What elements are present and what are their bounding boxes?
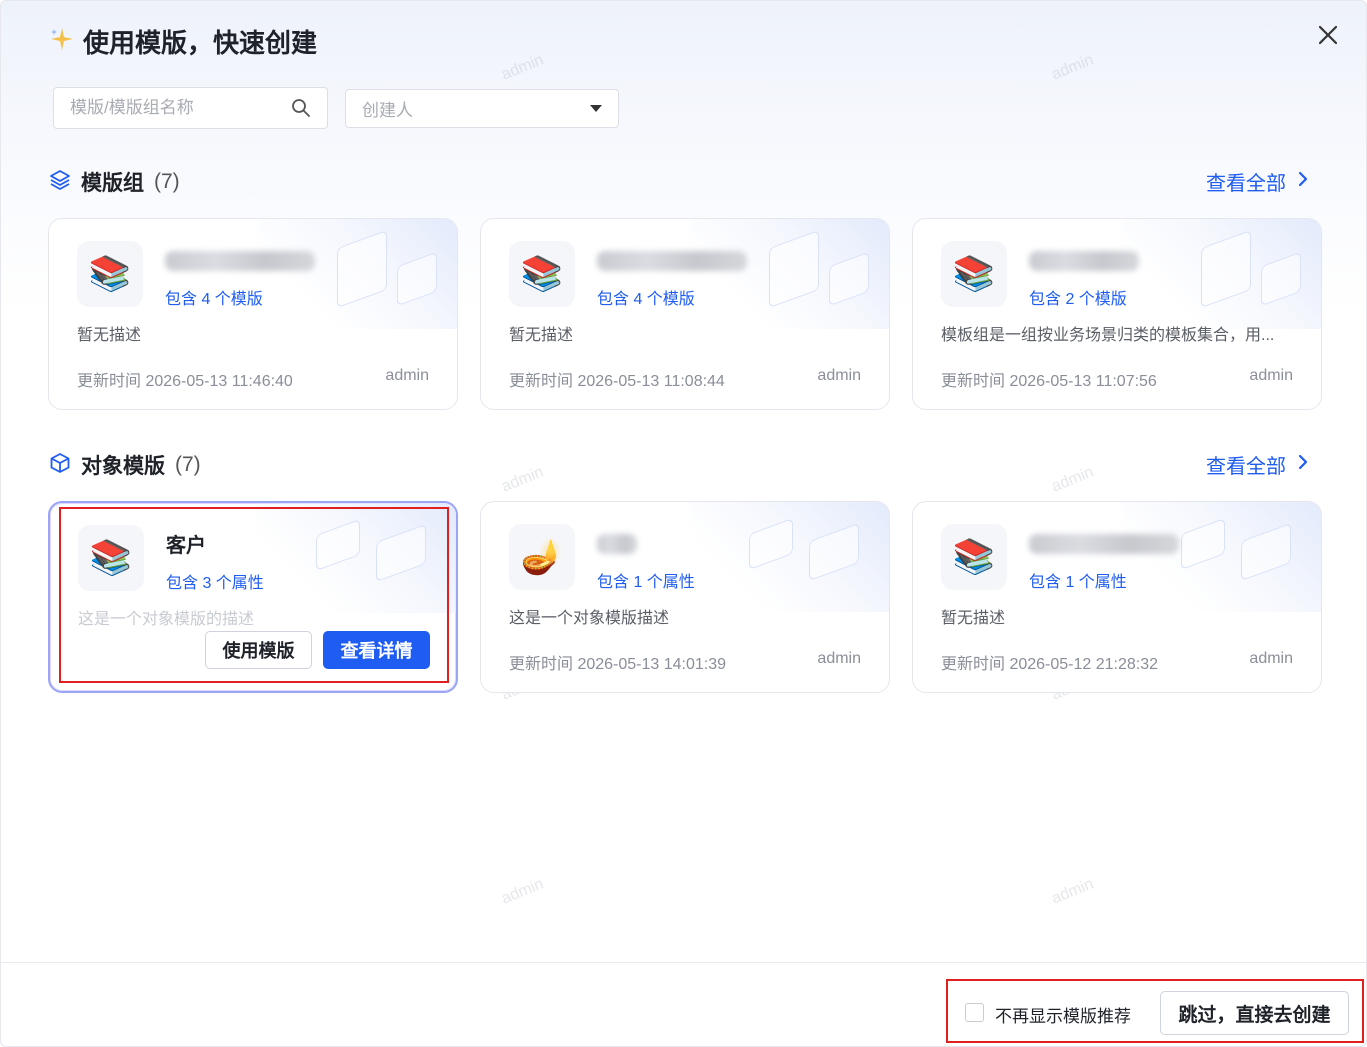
watermark: admin bbox=[1049, 51, 1096, 84]
bowl-icon: 🪔 bbox=[509, 524, 575, 590]
card-description: 暂无描述 bbox=[509, 327, 574, 344]
card-title bbox=[1029, 534, 1179, 554]
books-icon: 📚 bbox=[77, 241, 143, 307]
search-input[interactable] bbox=[70, 98, 291, 118]
layers-icon bbox=[49, 169, 71, 196]
card-author: admin bbox=[817, 650, 861, 667]
card-decoration bbox=[689, 502, 889, 612]
books-icon: 📚 bbox=[941, 241, 1007, 307]
view-all-label: 查看全部 bbox=[1206, 456, 1286, 478]
card-footer: 更新时间 2026-05-13 11:46:40 admin bbox=[77, 367, 429, 391]
object-template-card[interactable]: 📚 包含 1 个属性 暂无描述 更新时间 2026-05-12 21:28:32… bbox=[912, 501, 1322, 693]
books-icon: 📚 bbox=[509, 241, 575, 307]
books-icon: 📚 bbox=[78, 525, 144, 591]
search-box[interactable] bbox=[53, 87, 328, 129]
close-icon[interactable] bbox=[1314, 23, 1342, 51]
card-author: admin bbox=[817, 367, 861, 384]
card-description: 暂无描述 bbox=[77, 327, 142, 344]
section-title: 对象模版 bbox=[81, 455, 165, 478]
dialog-header: 使用模版，快速创建 bbox=[49, 23, 317, 60]
view-all-groups-link[interactable]: 查看全部 bbox=[1206, 167, 1310, 196]
card-footer: 更新时间 2026-05-13 14:01:39 admin bbox=[509, 650, 861, 674]
section-object-templates: 对象模版 (7) bbox=[49, 450, 201, 480]
card-updated: 更新时间 2026-05-13 11:46:40 bbox=[77, 373, 293, 390]
section-count: (7) bbox=[154, 170, 180, 193]
object-template-card[interactable]: 📚 客户 包含 3 个属性 这是一个对象模版的描述 使用模版 查看详情 bbox=[48, 501, 458, 693]
books-icon: 📚 bbox=[941, 524, 1007, 590]
card-footer: 更新时间 2026-05-13 11:08:44 admin bbox=[509, 367, 861, 391]
sparkle-icon bbox=[49, 26, 75, 57]
chevron-down-icon bbox=[590, 105, 602, 112]
card-author: admin bbox=[1249, 367, 1293, 384]
section-title: 模版组 bbox=[81, 172, 144, 195]
card-updated: 更新时间 2026-05-12 21:28:32 bbox=[941, 656, 1159, 673]
card-decoration bbox=[689, 219, 889, 329]
watermark: admin bbox=[499, 51, 546, 84]
card-meta: 包含 4 个模版 bbox=[597, 291, 695, 308]
template-group-card[interactable]: 📚 包含 4 个模版 暂无描述 更新时间 2026-05-13 11:46:40… bbox=[48, 218, 458, 410]
cube-icon bbox=[49, 452, 71, 479]
card-meta: 包含 1 个属性 bbox=[597, 574, 695, 591]
watermark: admin bbox=[1049, 875, 1096, 908]
card-decoration bbox=[256, 503, 456, 613]
template-dialog: admin admin admin admin admin admin admi… bbox=[0, 0, 1367, 1047]
card-description: 模板组是一组按业务场景归类的模板集合，用... bbox=[941, 327, 1275, 344]
chevron-right-icon bbox=[1296, 453, 1310, 476]
dialog-title: 使用模版，快速创建 bbox=[83, 28, 318, 58]
card-title bbox=[1029, 251, 1139, 271]
template-group-card[interactable]: 📚 包含 4 个模版 暂无描述 更新时间 2026-05-13 11:08:44… bbox=[480, 218, 890, 410]
card-meta: 包含 1 个属性 bbox=[1029, 574, 1127, 591]
card-decoration bbox=[257, 219, 457, 329]
card-author: admin bbox=[1249, 650, 1293, 667]
card-description: 这是一个对象模版描述 bbox=[509, 610, 670, 627]
template-group-card[interactable]: 📚 包含 2 个模版 模板组是一组按业务场景归类的模板集合，用... 更新时间 … bbox=[912, 218, 1322, 410]
chevron-right-icon bbox=[1296, 170, 1310, 193]
hide-recommendation-checkbox[interactable] bbox=[965, 1003, 984, 1022]
section-template-groups: 模版组 (7) bbox=[49, 167, 180, 197]
card-decoration bbox=[1121, 502, 1321, 612]
search-icon[interactable] bbox=[291, 98, 311, 118]
hide-recommendation-label[interactable]: 不再显示模版推荐 bbox=[995, 1002, 1131, 1027]
card-updated: 更新时间 2026-05-13 11:08:44 bbox=[509, 373, 725, 390]
card-title: 客户 bbox=[166, 535, 206, 557]
card-author: admin bbox=[385, 367, 429, 384]
watermark: admin bbox=[499, 875, 546, 908]
use-template-button[interactable]: 使用模版 bbox=[205, 631, 312, 669]
watermark: admin bbox=[1049, 463, 1096, 496]
card-updated: 更新时间 2026-05-13 11:07:56 bbox=[941, 373, 1157, 390]
footer-divider bbox=[1, 962, 1366, 963]
card-footer: 更新时间 2026-05-13 11:07:56 admin bbox=[941, 367, 1293, 391]
watermark: admin bbox=[499, 463, 546, 496]
card-decoration bbox=[1121, 219, 1321, 329]
card-meta: 包含 2 个模版 bbox=[1029, 291, 1127, 308]
section-count: (7) bbox=[175, 453, 201, 476]
view-all-label: 查看全部 bbox=[1206, 173, 1286, 195]
creator-select[interactable]: 创建人 bbox=[345, 89, 619, 128]
card-meta: 包含 4 个模版 bbox=[165, 291, 263, 308]
card-title bbox=[597, 534, 637, 554]
object-template-card[interactable]: 🪔 包含 1 个属性 这是一个对象模版描述 更新时间 2026-05-13 14… bbox=[480, 501, 890, 693]
card-footer: 更新时间 2026-05-12 21:28:32 admin bbox=[941, 650, 1293, 674]
view-details-button[interactable]: 查看详情 bbox=[323, 631, 430, 669]
view-all-objects-link[interactable]: 查看全部 bbox=[1206, 450, 1310, 479]
card-title bbox=[597, 251, 747, 271]
card-description: 这是一个对象模版的描述 bbox=[78, 611, 255, 628]
card-meta: 包含 3 个属性 bbox=[166, 575, 264, 592]
skip-create-button[interactable]: 跳过，直接去创建 bbox=[1160, 991, 1349, 1035]
card-title bbox=[165, 251, 315, 271]
card-updated: 更新时间 2026-05-13 14:01:39 bbox=[509, 656, 727, 673]
creator-select-placeholder: 创建人 bbox=[362, 101, 413, 120]
card-description: 暂无描述 bbox=[941, 610, 1006, 627]
